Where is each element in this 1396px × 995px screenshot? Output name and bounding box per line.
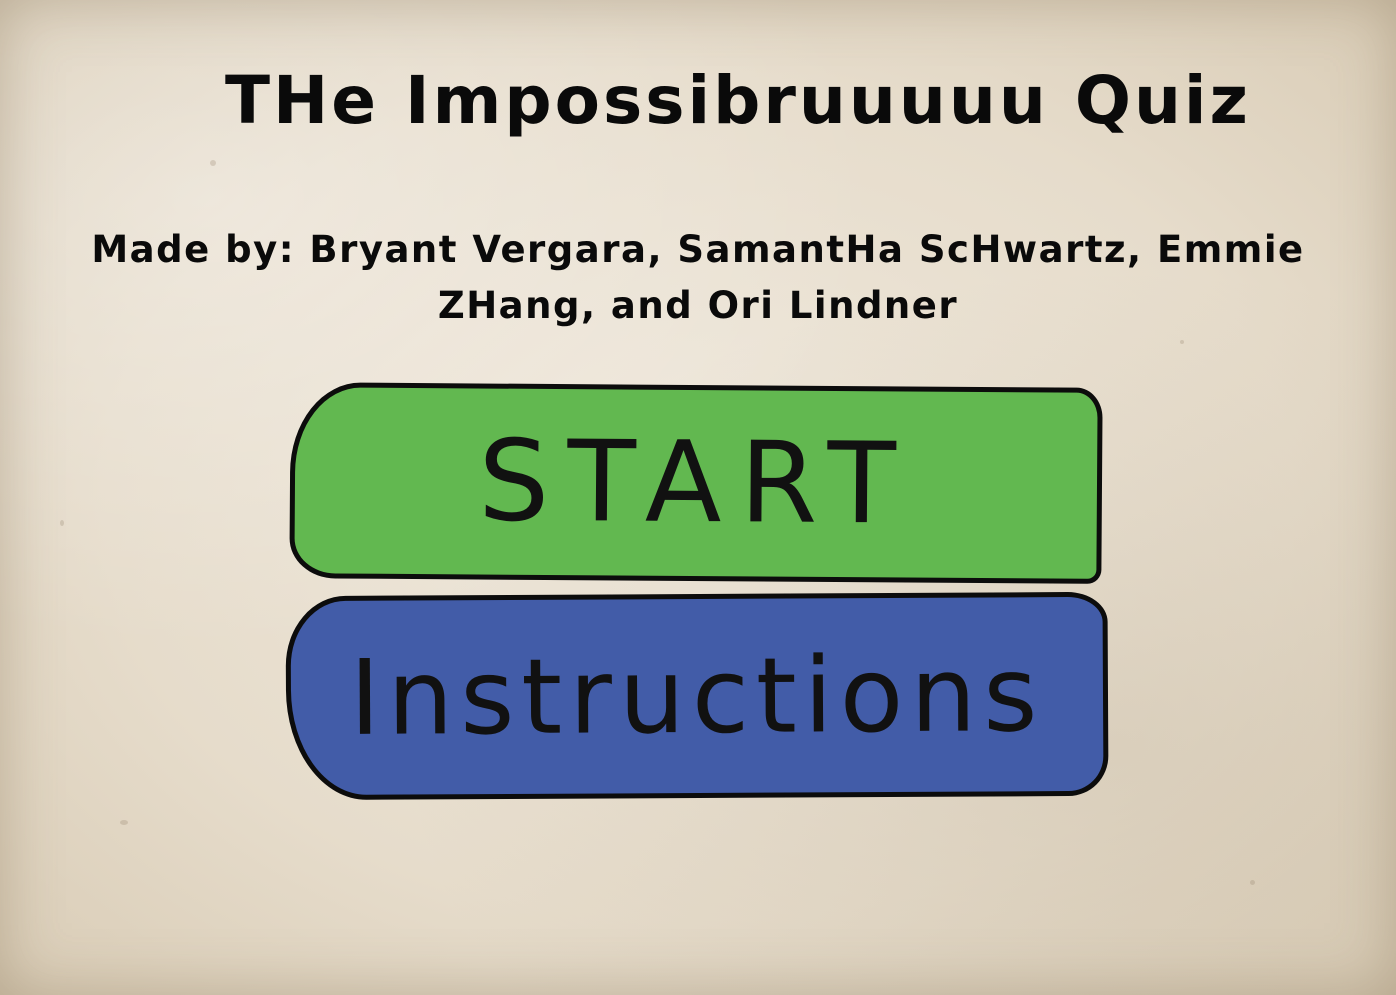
start-button-label: START: [477, 416, 915, 550]
paper-speck: [120, 820, 128, 825]
credits-line-2: ZHang, and Ori Lindner: [437, 284, 959, 327]
game-title: THe Impossibruuuuu Quiz: [225, 62, 1251, 139]
credits-line-1: Made by: Bryant Vergara, SamantHa ScHwar…: [91, 228, 1305, 271]
start-button[interactable]: START: [289, 382, 1103, 584]
instructions-button-label: Instructions: [349, 633, 1045, 759]
paper-speck: [1180, 340, 1184, 344]
paper-speck: [60, 520, 64, 526]
paper-speck: [210, 160, 216, 166]
instructions-button[interactable]: Instructions: [285, 591, 1109, 801]
credits-text: Made by: Bryant Vergara, SamantHa ScHwar…: [40, 222, 1356, 334]
paper-speck: [1250, 880, 1255, 885]
